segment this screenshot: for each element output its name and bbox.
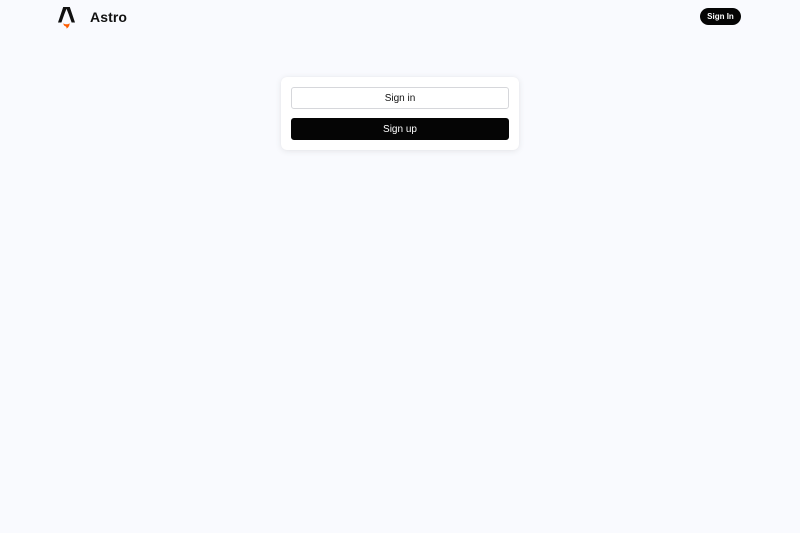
brand-home-link[interactable]: Astro	[57, 5, 127, 29]
sign-up-button[interactable]: Sign up	[291, 118, 509, 140]
top-nav: Astro Sign In	[0, 0, 800, 33]
astro-logo-icon	[58, 6, 75, 29]
header-sign-in-button[interactable]: Sign In	[700, 8, 741, 25]
brand-name: Astro	[90, 9, 128, 25]
auth-card: Sign in Sign up	[281, 77, 519, 150]
sign-in-button[interactable]: Sign in	[291, 87, 509, 109]
